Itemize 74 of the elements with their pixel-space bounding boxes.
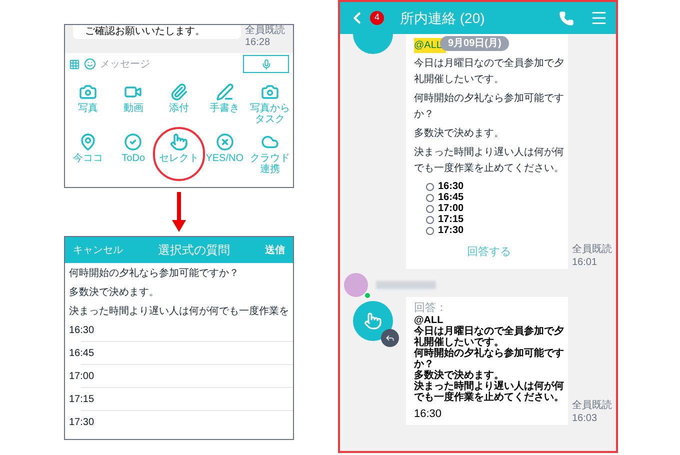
- attachment-button[interactable]: セレクト: [156, 133, 201, 164]
- answer-link[interactable]: 回答する: [414, 244, 564, 260]
- message-text: 何時開始の夕礼なら参加可能ですか？: [414, 348, 564, 370]
- mic-button[interactable]: [243, 55, 289, 73]
- attachment-button[interactable]: クラウド連携: [248, 133, 292, 175]
- radio-button[interactable]: [426, 194, 434, 202]
- option-text[interactable]: 16:45: [69, 346, 94, 360]
- message-text: 何時開始の夕礼なら参加可能ですか？: [414, 92, 564, 122]
- unread-badge: 4: [370, 11, 384, 25]
- read-status: 全員既読: [572, 242, 613, 256]
- pen-icon: [216, 83, 234, 101]
- read-status: 全員既読: [572, 398, 613, 412]
- message-bubble: ご確認お願いいたします。: [73, 25, 241, 39]
- question-text: 決まった時間より遅い人は何が何でも一度作業を: [69, 305, 289, 319]
- check-icon: [124, 133, 142, 151]
- user-avatar: [344, 272, 368, 296]
- option-label: 16:30: [438, 181, 464, 192]
- camera-icon: [261, 83, 280, 101]
- option-text[interactable]: 17:15: [69, 392, 94, 406]
- attachment-button[interactable]: YES/NO: [202, 133, 247, 164]
- microphone-icon: [260, 58, 272, 70]
- attachment-button[interactable]: 写真: [66, 83, 110, 114]
- attachment-button[interactable]: 動画: [111, 83, 156, 114]
- cloud-icon: [261, 133, 280, 151]
- message-input[interactable]: メッセージ: [100, 56, 239, 72]
- option-text[interactable]: 17:30: [69, 415, 94, 430]
- keyboard-icon[interactable]: [69, 58, 80, 70]
- radio-button[interactable]: [426, 182, 434, 190]
- blurred-name: [376, 280, 436, 288]
- attachment-button[interactable]: 今ココ: [66, 133, 110, 164]
- camera-icon: [78, 83, 97, 101]
- send-button[interactable]: 送信: [265, 242, 285, 258]
- attachment-button[interactable]: ToDo: [111, 133, 156, 164]
- message-text: 今日は月曜日なので全員参加で夕礼開催したいです。: [414, 56, 564, 87]
- option-label: 16:45: [438, 192, 464, 203]
- pointing-hand-icon: [170, 133, 188, 151]
- message-text: @ALL: [414, 314, 444, 326]
- cancel-button[interactable]: キャンセル: [73, 242, 123, 258]
- circle-cross-icon: [216, 133, 234, 151]
- attachment-button[interactable]: 写真からタスク: [248, 83, 292, 125]
- attachment-button[interactable]: 手書き: [202, 83, 247, 114]
- message-text: 決まった時間より遅い人は何が何でも一度作業を止めてください。: [414, 380, 564, 402]
- down-arrow: [172, 192, 186, 232]
- emoji-icon[interactable]: [84, 58, 96, 70]
- message-time: 16:03: [572, 412, 598, 424]
- date-pill: 9月09日(月): [440, 36, 510, 51]
- option-label: 17:15: [438, 214, 464, 225]
- answer-text: 16:30: [414, 406, 443, 420]
- radio-button[interactable]: [426, 226, 434, 234]
- reply-icon: [385, 332, 395, 342]
- message-text: 決まった時間より遅い人は何が何でも一度作業を止めてください。: [414, 146, 564, 176]
- option-text[interactable]: 17:00: [69, 368, 94, 384]
- message-time: 16:01: [572, 256, 598, 268]
- attachment-button[interactable]: 添付: [156, 83, 201, 114]
- read-status: 全員既読: [245, 25, 285, 37]
- option-label: 17:00: [438, 203, 464, 214]
- pointing-hand-icon: [364, 312, 382, 330]
- chat-title: 所内連絡 (20): [400, 8, 486, 28]
- question-title: 選択式の質問: [158, 242, 230, 259]
- message-time: 16:28: [245, 37, 272, 49]
- message-text: 多数決で決めます。: [414, 126, 505, 141]
- menu-icon[interactable]: [590, 9, 608, 27]
- message-text: 今日は月曜日なので全員参加で夕礼開催したいです。: [414, 326, 564, 348]
- map-pin-icon: [78, 133, 97, 151]
- radio-button[interactable]: [426, 204, 434, 212]
- radio-button[interactable]: [426, 216, 434, 224]
- message-text: 多数決で決めます。: [414, 370, 505, 380]
- question-text: 多数決で決めます。: [69, 286, 160, 300]
- phone-icon[interactable]: [559, 10, 574, 26]
- paperclip-icon: [170, 83, 188, 101]
- answer-heading: 回答：: [414, 300, 448, 314]
- option-text[interactable]: 16:30: [69, 322, 94, 338]
- option-label: 17:30: [438, 225, 464, 236]
- question-text: 何時開始の夕礼なら参加可能ですか？: [69, 267, 240, 281]
